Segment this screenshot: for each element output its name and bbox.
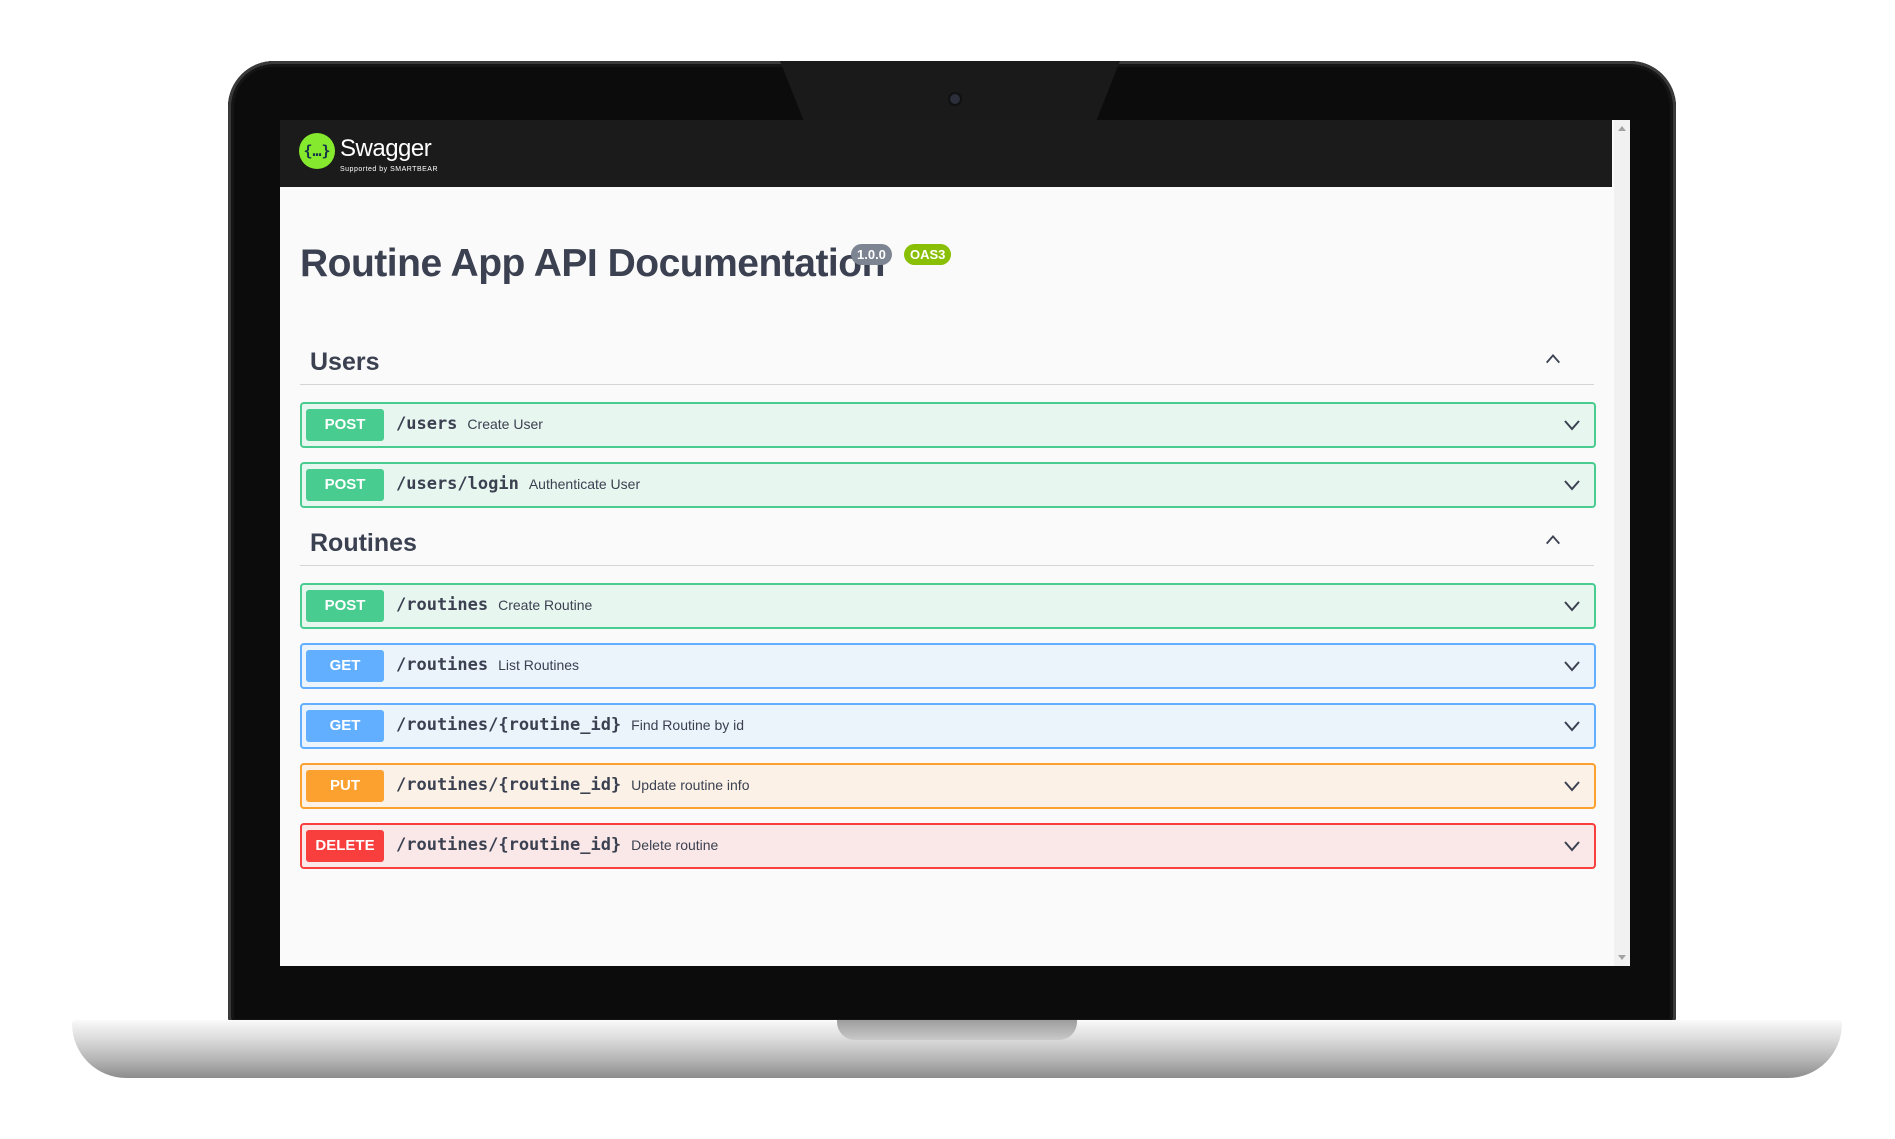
operation-path: /users Create User xyxy=(396,414,543,434)
laptop-base-notch xyxy=(837,1020,1077,1040)
operation-summary: Authenticate User xyxy=(528,476,641,492)
chevron-down-icon[interactable] xyxy=(1562,415,1582,435)
method-badge: DELETE xyxy=(306,830,384,862)
operation-path: /routines/{routine_id} Delete routine xyxy=(396,835,719,855)
operation-summary: List Routines xyxy=(498,657,580,673)
tag-users[interactable]: Users xyxy=(300,340,1594,385)
scroll-up-icon[interactable] xyxy=(1618,126,1626,131)
chevron-down-icon[interactable] xyxy=(1562,776,1582,796)
tag-routines[interactable]: Routines xyxy=(300,521,1594,566)
swagger-logo-icon[interactable]: {…} xyxy=(299,133,335,169)
operation-summary: Delete routine xyxy=(631,837,719,853)
chevron-up-icon[interactable] xyxy=(1544,531,1562,549)
browser-viewport: {…} Swagger Supported by SMARTBEAR Routi… xyxy=(280,120,1630,966)
chevron-down-icon[interactable] xyxy=(1562,475,1582,495)
tag-routines-label: Routines xyxy=(310,529,417,557)
tag-users-label: Users xyxy=(310,348,380,376)
swagger-topbar: {…} Swagger Supported by SMARTBEAR xyxy=(280,120,1612,187)
chevron-down-icon[interactable] xyxy=(1562,596,1582,616)
chevron-down-icon[interactable] xyxy=(1562,656,1582,676)
method-badge: POST xyxy=(306,590,384,622)
method-badge: GET xyxy=(306,710,384,742)
operation-put-routine[interactable]: PUT /routines/{routine_id} Update routine… xyxy=(300,763,1596,809)
operation-path: /routines Create Routine xyxy=(396,595,593,615)
operation-summary: Update routine info xyxy=(631,777,750,793)
scroll-down-icon[interactable] xyxy=(1618,955,1626,960)
operation-path: /routines/{routine_id} Find Routine by id xyxy=(396,715,745,735)
method-badge: PUT xyxy=(306,770,384,802)
method-badge: POST xyxy=(306,409,384,441)
operation-post-users-login[interactable]: POST /users/login Authenticate User xyxy=(300,462,1596,508)
laptop-notch xyxy=(780,61,1120,121)
operation-get-routine-by-id[interactable]: GET /routines/{routine_id} Find Routine b… xyxy=(300,703,1596,749)
operation-summary: Create User xyxy=(467,416,543,432)
method-badge: POST xyxy=(306,469,384,501)
operation-path: /routines List Routines xyxy=(396,655,580,675)
operation-summary: Create Routine xyxy=(498,597,593,613)
chevron-down-icon[interactable] xyxy=(1562,716,1582,736)
version-badge: 1.0.0 xyxy=(851,244,892,265)
oas-badge: OAS3 xyxy=(904,244,952,265)
vertical-scrollbar[interactable] xyxy=(1614,120,1630,966)
chevron-down-icon[interactable] xyxy=(1562,836,1582,856)
operation-summary: Find Routine by id xyxy=(631,717,745,733)
laptop-mockup: {…} Swagger Supported by SMARTBEAR Routi… xyxy=(0,0,1895,1139)
swagger-brand[interactable]: Swagger xyxy=(340,135,432,163)
chevron-up-icon[interactable] xyxy=(1544,350,1562,368)
method-badge: GET xyxy=(306,650,384,682)
swagger-brand-sub: Supported by SMARTBEAR xyxy=(340,166,439,173)
operation-delete-routine[interactable]: DELETE /routines/{routine_id} Delete rout… xyxy=(300,823,1596,869)
operation-get-routines[interactable]: GET /routines List Routines xyxy=(300,643,1596,689)
page-title: Routine App API Documentation xyxy=(300,242,885,285)
operation-post-routines[interactable]: POST /routines Create Routine xyxy=(300,583,1596,629)
operation-post-users[interactable]: POST /users Create User xyxy=(300,402,1596,448)
operation-path: /users/login Authenticate User xyxy=(396,474,641,494)
camera-icon xyxy=(950,94,960,104)
operation-path: /routines/{routine_id} Update routine inf… xyxy=(396,775,750,795)
